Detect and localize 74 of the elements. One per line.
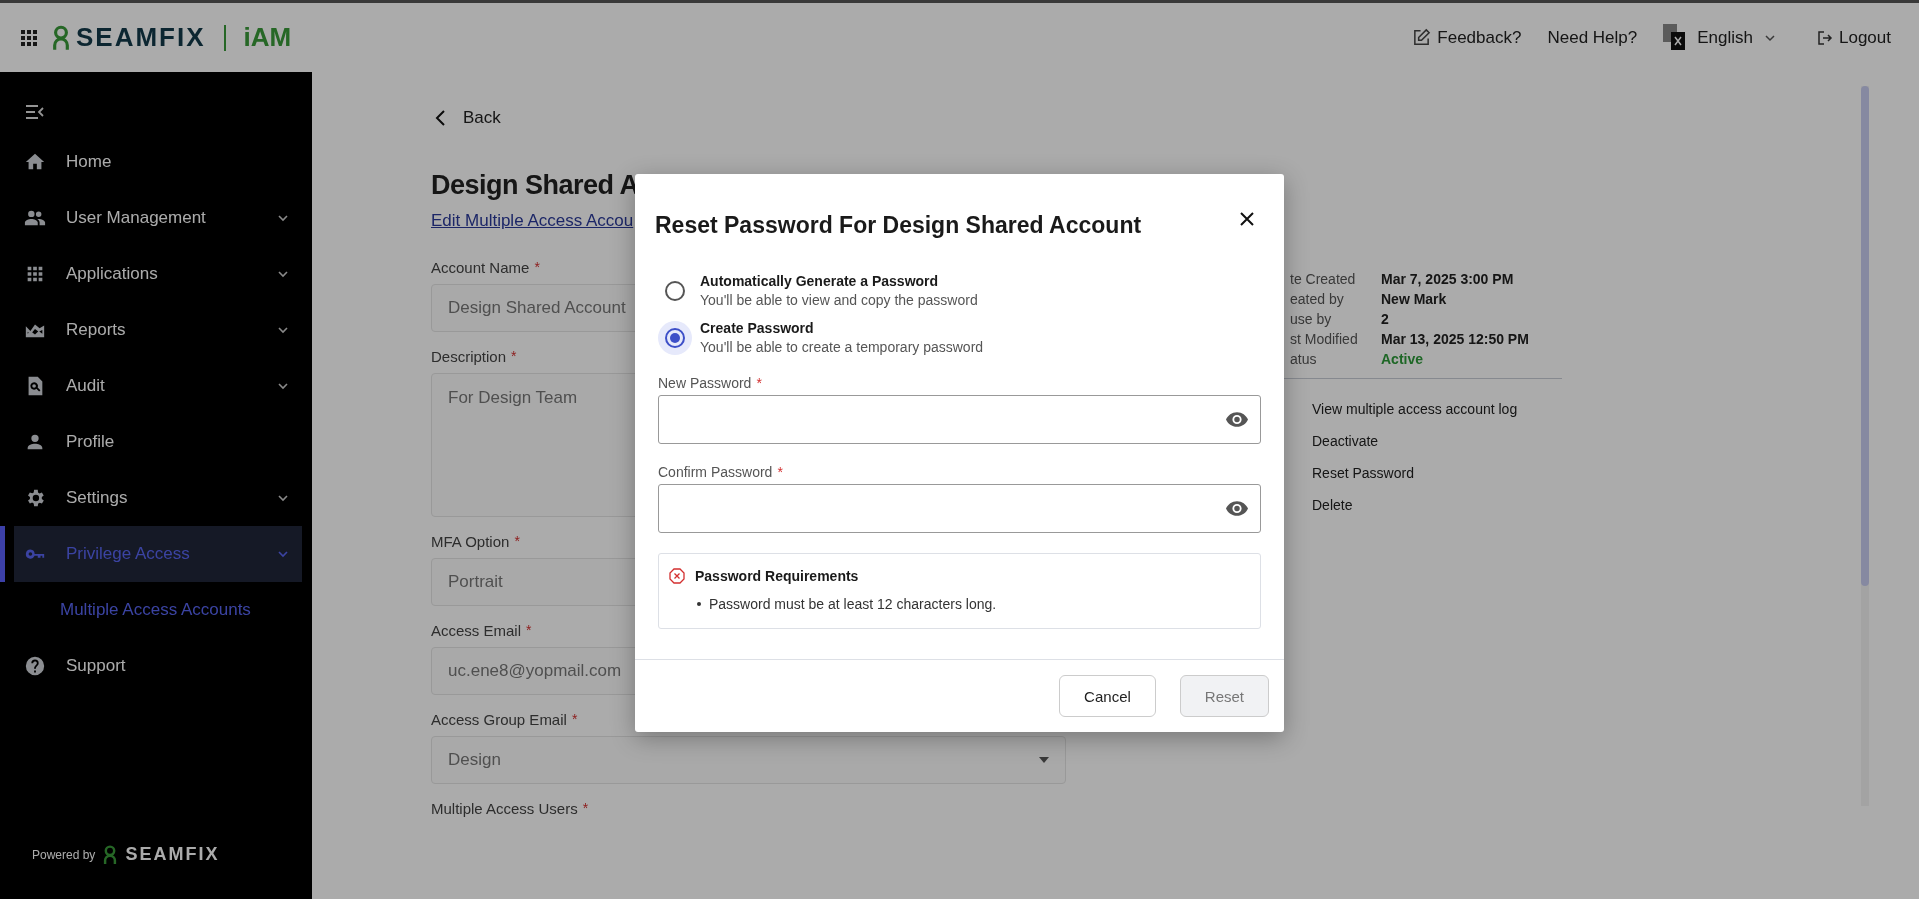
requirement-text: Password must be at least 12 characters long. [709, 596, 997, 612]
sidebar-item[interactable]: Support [14, 638, 302, 694]
detail-label: st Modified [1290, 330, 1359, 349]
action-link[interactable]: Delete [1290, 489, 1562, 521]
password-field[interactable] [658, 395, 1261, 444]
sidebar-item[interactable]: Audit [14, 358, 302, 414]
detail-label: atus [1290, 350, 1318, 369]
edit-link[interactable]: Edit Multiple Access Accou [431, 211, 634, 231]
detail-value: 2 [1381, 310, 1389, 329]
detail-value: Mar 7, 2025 3:00 PM [1381, 270, 1514, 289]
sidebar-item[interactable]: Settings [14, 470, 302, 526]
option-title: Automatically Generate a Password [700, 273, 940, 289]
logout-link[interactable]: Logout [1817, 27, 1891, 48]
sidebar-item[interactable]: Reports [14, 302, 302, 358]
requirements-title: Password Requirements [695, 568, 859, 584]
logo-icon [103, 844, 118, 865]
brand-name: SEAMFIX [76, 22, 206, 53]
action-link[interactable]: Reset Password [1290, 457, 1562, 489]
sidebar-item[interactable]: Applications [14, 246, 302, 302]
logo-icon [52, 24, 70, 51]
support-icon [24, 655, 46, 677]
required-mark: * [571, 711, 578, 727]
detail-value: New Mark [1381, 290, 1447, 309]
field-label: Multiple Access Users [431, 800, 578, 817]
dialog-title: Reset Password For Design Shared Account [655, 212, 1142, 239]
edit-icon [1412, 28, 1432, 47]
detail-label: use by [1290, 310, 1333, 329]
language-select[interactable]: English [1663, 23, 1777, 52]
back-link[interactable]: Back [431, 108, 1066, 128]
apps-grid-icon[interactable] [20, 28, 38, 47]
password-field[interactable] [658, 484, 1261, 533]
collapse-menu-icon[interactable] [25, 104, 45, 120]
brand-name: SEAMFIX [125, 844, 220, 865]
required-mark: * [582, 800, 589, 816]
detail-value: Active [1381, 350, 1424, 369]
sidebar-item[interactable]: User Management [14, 190, 302, 246]
action-link[interactable]: View multiple access account log [1290, 393, 1562, 425]
option-description: You'll be able to view and copy the password [700, 292, 978, 308]
field-label: Account Name [431, 259, 530, 276]
required-mark: * [526, 622, 532, 638]
radio-button[interactable] [658, 320, 692, 355]
required-mark: * [777, 464, 783, 480]
cancel-button[interactable]: Cancel [1059, 675, 1156, 717]
field-label: Access Group Email [431, 711, 567, 728]
option-description: You'll be able to create a temporary password [700, 339, 984, 355]
translate-icon [1663, 23, 1688, 52]
required-mark: * [756, 375, 762, 391]
close-icon[interactable] [1240, 212, 1254, 226]
field-label: Confirm Password [658, 464, 773, 480]
sidebar-item[interactable]: Home [14, 134, 302, 190]
option-title: Create Password [700, 320, 815, 336]
dropdown-caret-icon [1039, 757, 1049, 763]
required-mark: * [534, 259, 540, 275]
action-link[interactable]: Deactivate [1290, 425, 1562, 457]
eye-icon[interactable] [1226, 501, 1248, 516]
field-label: MFA Option [431, 533, 510, 550]
required-mark: * [514, 533, 520, 549]
required-mark: * [511, 348, 517, 364]
logout-icon [1817, 29, 1833, 46]
field-label: New Password [658, 375, 752, 391]
detail-value: Mar 13, 2025 12:50 PM [1381, 330, 1529, 349]
scrollbar[interactable] [1861, 86, 1869, 806]
feedback-link[interactable]: Feedback? [1412, 27, 1522, 48]
sidebar-item[interactable]: Profile [14, 414, 302, 470]
bullet-icon [697, 602, 701, 606]
field-label: Access Email [431, 622, 522, 639]
detail-label: te Created [1290, 270, 1357, 289]
help-link[interactable]: Need Help? [1547, 27, 1638, 48]
field-label: Description [431, 348, 507, 365]
detail-label: eated by [1290, 290, 1345, 309]
select-field[interactable]: Design [431, 736, 1066, 784]
eye-icon[interactable] [1226, 412, 1248, 427]
product-name: iAM [243, 22, 292, 53]
powered-by-text: Powered by [32, 847, 96, 862]
